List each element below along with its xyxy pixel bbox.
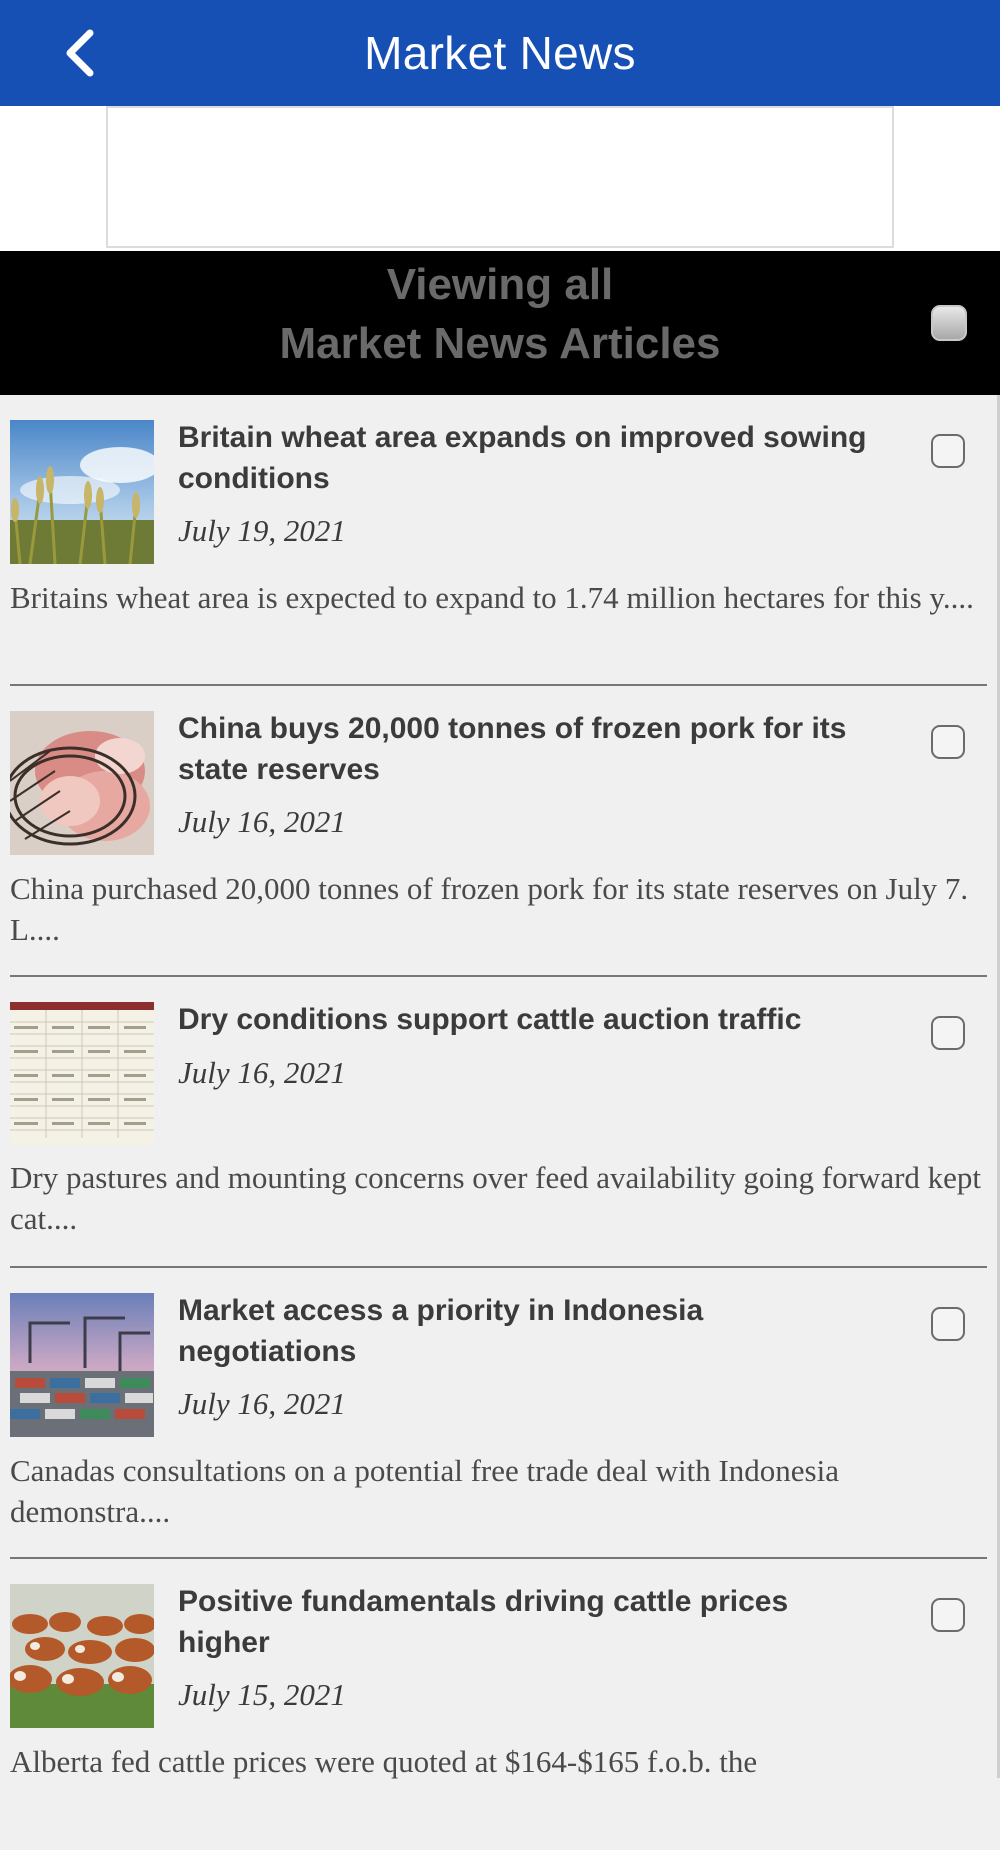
chevron-left-icon	[66, 29, 94, 77]
article-checkbox[interactable]	[931, 1016, 965, 1050]
article-date: July 16, 2021	[178, 1055, 346, 1090]
ad-area	[0, 106, 1000, 251]
app-header: Market News	[0, 0, 1000, 106]
article-title[interactable]: Britain wheat area expands on improved s…	[178, 417, 878, 499]
article-item[interactable]: Market access a priority in Indonesia ne…	[0, 1268, 1000, 1559]
page-title: Market News	[364, 27, 636, 79]
article-summary: Dry pastures and mounting concerns over …	[10, 1160, 982, 1236]
article-item[interactable]: Dry conditions support cattle auction tr…	[0, 977, 1000, 1268]
article-checkbox[interactable]	[931, 1598, 965, 1632]
article-title[interactable]: China buys 20,000 tonnes of frozen pork …	[178, 708, 878, 790]
ad-banner[interactable]	[106, 106, 894, 248]
article-thumbnail-pork[interactable]	[10, 711, 154, 855]
article-summary: China purchased 20,000 tonnes of frozen …	[10, 871, 969, 947]
article-date: July 16, 2021	[178, 804, 346, 839]
article-summary: Canadas consultations on a potential fre…	[10, 1453, 839, 1529]
article-checkbox[interactable]	[931, 725, 965, 759]
article-title[interactable]: Positive fundamentals driving cattle pri…	[178, 1581, 878, 1663]
back-button[interactable]	[50, 20, 110, 86]
article-list: Britain wheat area expands on improved s…	[0, 395, 1000, 1850]
article-thumbnail-price-table[interactable]	[10, 1002, 154, 1146]
article-summary: Britains wheat area is expected to expan…	[10, 580, 974, 615]
article-item[interactable]: Positive fundamentals driving cattle pri…	[0, 1559, 1000, 1850]
article-title[interactable]: Dry conditions support cattle auction tr…	[178, 999, 878, 1040]
article-summary: Alberta fed cattle prices were quoted at…	[10, 1744, 758, 1779]
article-thumbnail-port[interactable]	[10, 1293, 154, 1437]
select-all-checkbox[interactable]	[931, 305, 967, 341]
article-checkbox[interactable]	[931, 434, 965, 468]
article-date: July 15, 2021	[178, 1677, 346, 1712]
article-checkbox[interactable]	[931, 1307, 965, 1341]
article-date: July 16, 2021	[178, 1386, 346, 1421]
article-title[interactable]: Market access a priority in Indonesia ne…	[178, 1290, 878, 1372]
article-thumbnail-cattle[interactable]	[10, 1584, 154, 1728]
banner-line-1: Viewing all	[386, 260, 614, 309]
article-thumbnail-wheat[interactable]	[10, 420, 154, 564]
article-date: July 19, 2021	[178, 513, 346, 548]
banner-text: Viewing all Market News Articles	[0, 255, 1000, 373]
article-item[interactable]: Britain wheat area expands on improved s…	[0, 395, 1000, 686]
article-item[interactable]: China buys 20,000 tonnes of frozen pork …	[0, 686, 1000, 977]
filter-banner: Viewing all Market News Articles	[0, 251, 1000, 395]
banner-line-2: Market News Articles	[279, 319, 721, 368]
